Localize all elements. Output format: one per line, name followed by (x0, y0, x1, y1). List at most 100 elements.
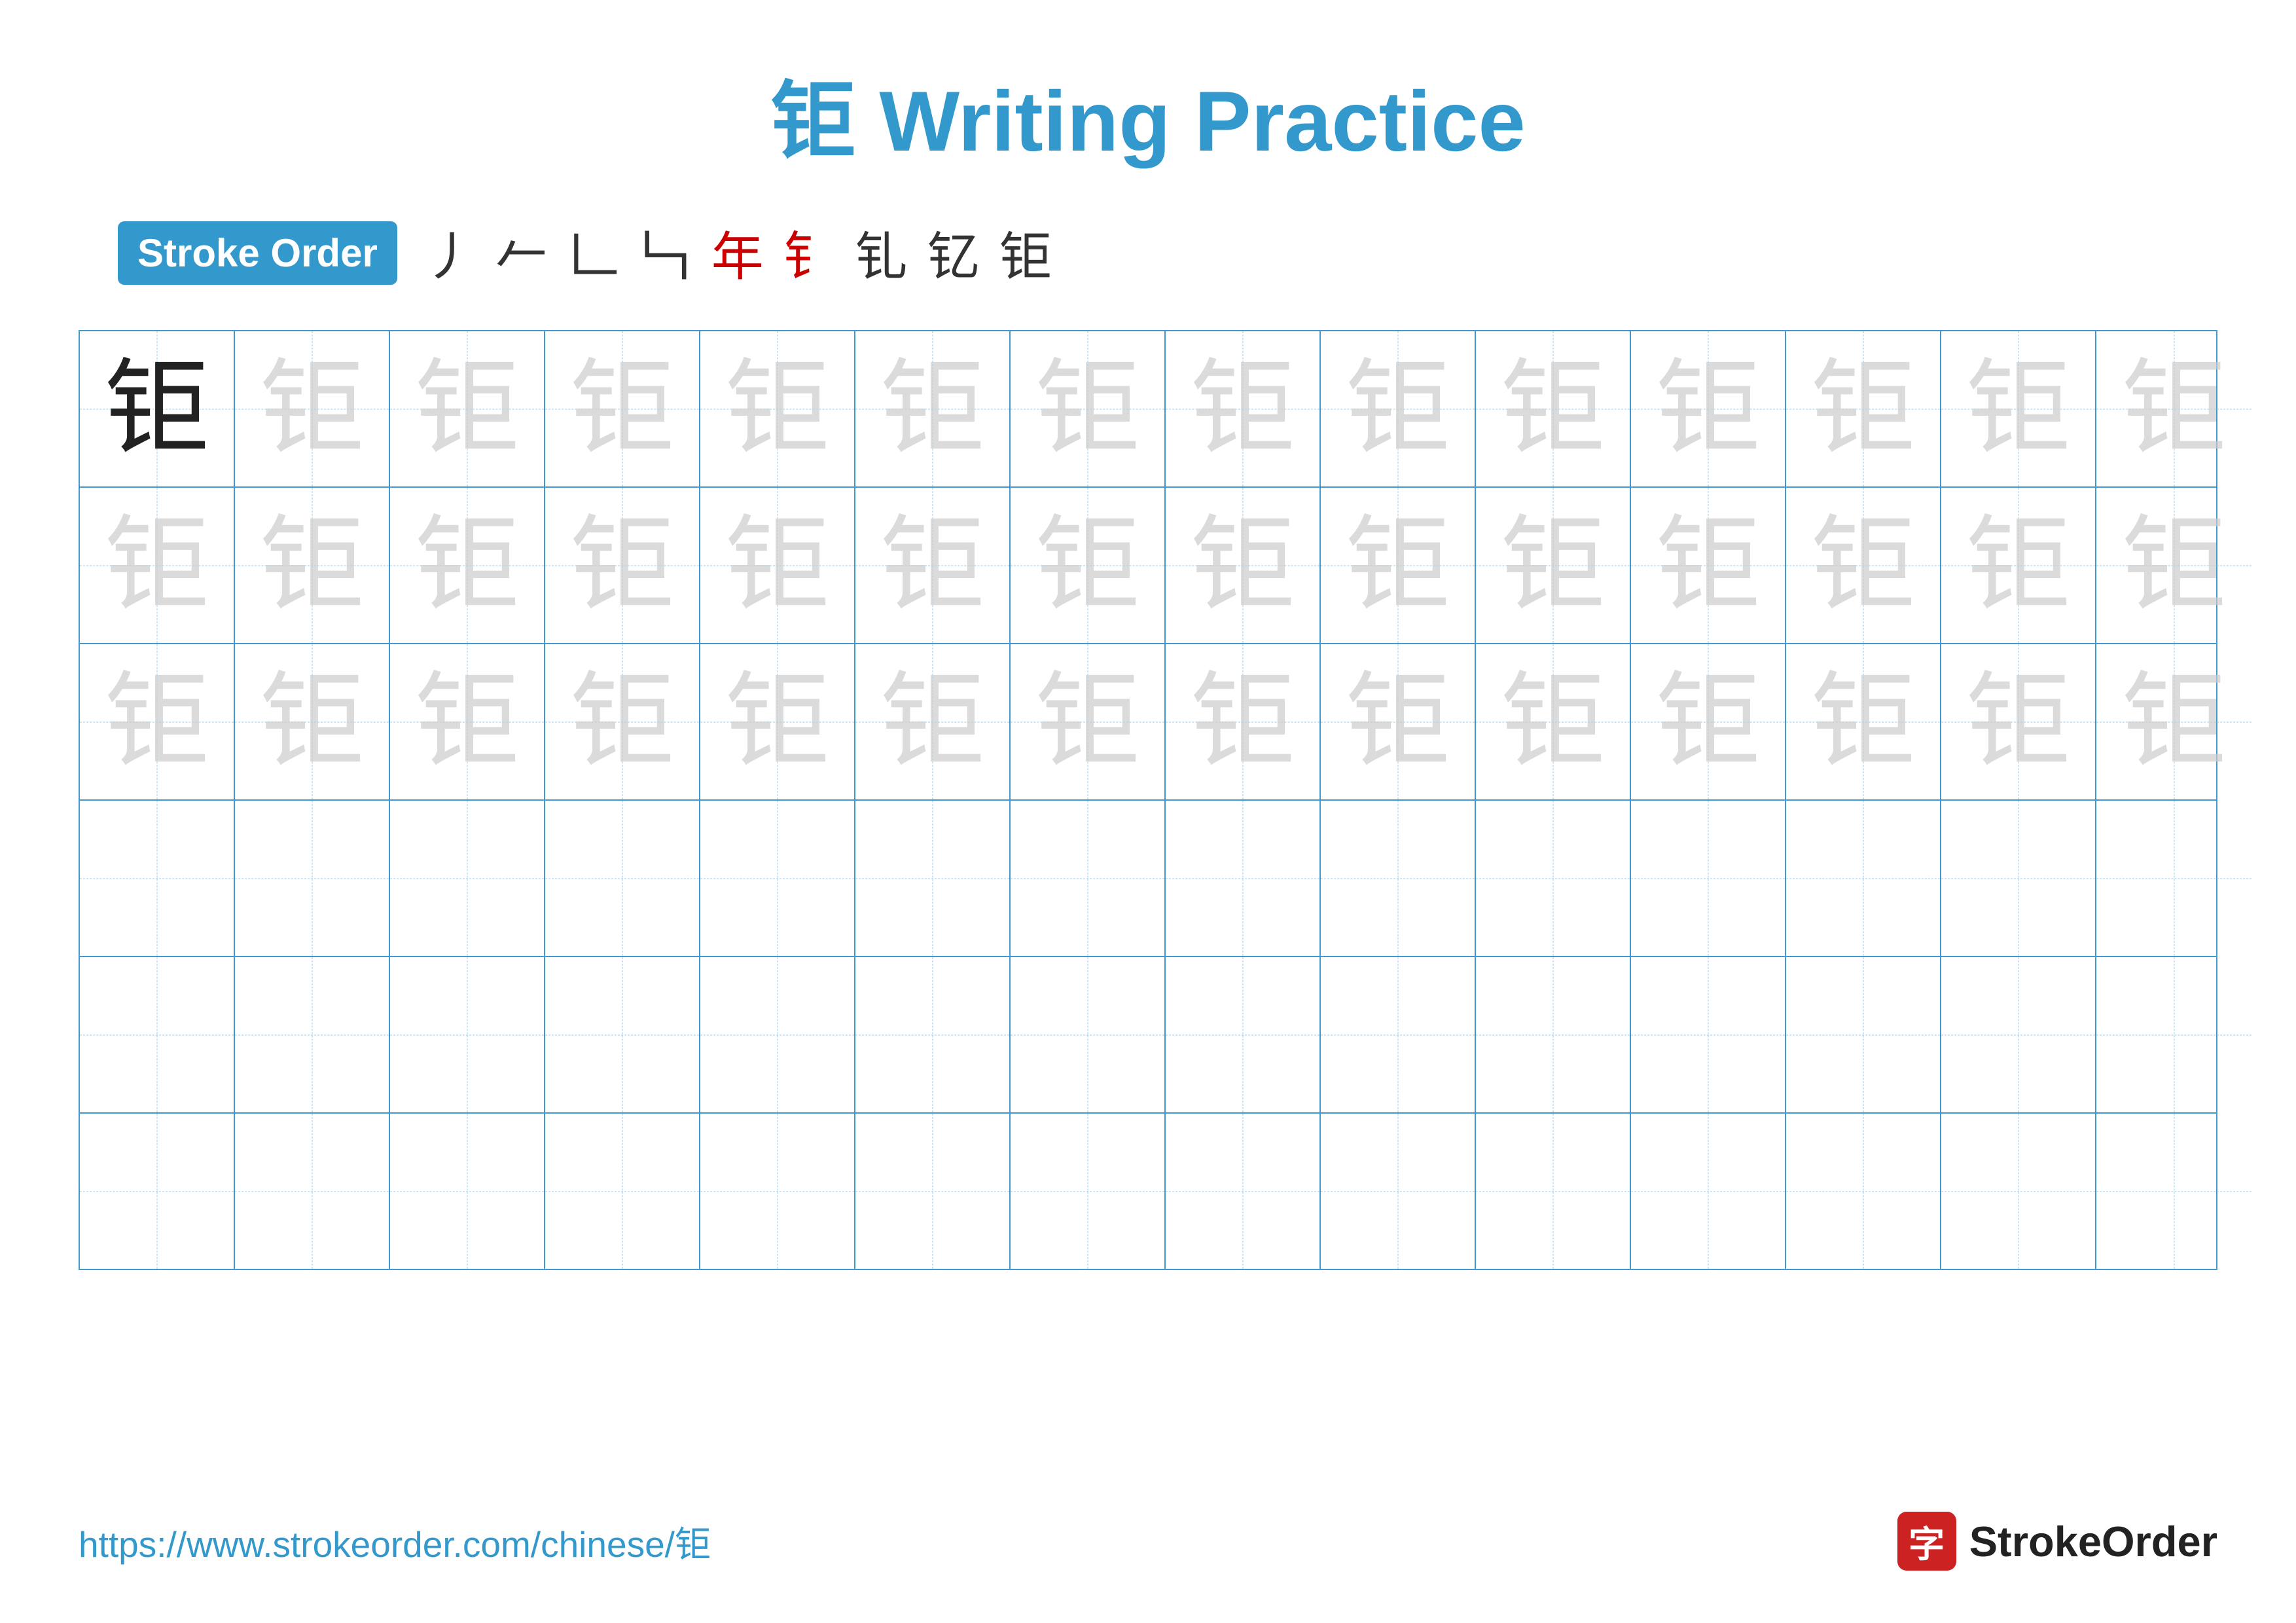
stroke-7: 钆 (855, 215, 908, 291)
grid-cell-3-9[interactable]: 钜 (1321, 644, 1476, 799)
grid-cell-6-1[interactable] (80, 1114, 235, 1269)
grid-cell-4-5[interactable] (700, 801, 855, 956)
grid-cell-2-3[interactable]: 钜 (390, 488, 545, 643)
grid-cell-6-6[interactable] (855, 1114, 1011, 1269)
grid-cell-6-14[interactable] (2096, 1114, 2251, 1269)
grid-cell-6-7[interactable] (1011, 1114, 1166, 1269)
grid-cell-6-12[interactable] (1786, 1114, 1941, 1269)
grid-cell-1-6[interactable]: 钜 (855, 331, 1011, 486)
grid-cell-3-8[interactable]: 钜 (1166, 644, 1321, 799)
grid-cell-3-13[interactable]: 钜 (1941, 644, 2096, 799)
grid-cell-1-9[interactable]: 钜 (1321, 331, 1476, 486)
stroke-9: 钜 (999, 215, 1052, 291)
grid-cell-2-14[interactable]: 钜 (2096, 488, 2251, 643)
practice-grid: 钜 钜 钜 钜 钜 钜 钜 钜 钜 钜 钜 钜 钜 钜 钜 钜 钜 钜 钜 钜 … (79, 330, 2217, 1270)
grid-cell-3-4[interactable]: 钜 (545, 644, 700, 799)
grid-cell-5-13[interactable] (1941, 957, 2096, 1112)
grid-cell-5-1[interactable] (80, 957, 235, 1112)
grid-cell-1-1[interactable]: 钜 (80, 331, 235, 486)
grid-cell-3-2[interactable]: 钜 (235, 644, 390, 799)
grid-cell-1-2[interactable]: 钜 (235, 331, 390, 486)
grid-cell-5-5[interactable] (700, 957, 855, 1112)
grid-cell-6-5[interactable] (700, 1114, 855, 1269)
grid-cell-1-8[interactable]: 钜 (1166, 331, 1321, 486)
grid-cell-6-4[interactable] (545, 1114, 700, 1269)
grid-cell-1-4[interactable]: 钜 (545, 331, 700, 486)
grid-cell-3-6[interactable]: 钜 (855, 644, 1011, 799)
grid-cell-2-12[interactable]: 钜 (1786, 488, 1941, 643)
grid-cell-2-1[interactable]: 钜 (80, 488, 235, 643)
grid-cell-5-4[interactable] (545, 957, 700, 1112)
stroke-8: 钇 (927, 215, 980, 291)
grid-cell-2-4[interactable]: 钜 (545, 488, 700, 643)
grid-cell-3-14[interactable]: 钜 (2096, 644, 2251, 799)
grid-cell-5-12[interactable] (1786, 957, 1941, 1112)
stroke-order-row: Stroke Order 丿 𠂉 𠃊 𠃑 年 钅 钆 钇 钜 (118, 215, 1052, 291)
grid-cell-4-10[interactable] (1476, 801, 1631, 956)
grid-cell-1-3[interactable]: 钜 (390, 331, 545, 486)
grid-cell-1-14[interactable]: 钜 (2096, 331, 2251, 486)
grid-cell-5-3[interactable] (390, 957, 545, 1112)
grid-cell-5-6[interactable] (855, 957, 1011, 1112)
grid-cell-3-12[interactable]: 钜 (1786, 644, 1941, 799)
stroke-3: 𠃊 (567, 215, 620, 291)
grid-cell-2-5[interactable]: 钜 (700, 488, 855, 643)
grid-cell-4-12[interactable] (1786, 801, 1941, 956)
grid-row-3: 钜 钜 钜 钜 钜 钜 钜 钜 钜 钜 钜 钜 钜 钜 (80, 644, 2216, 801)
grid-cell-5-7[interactable] (1011, 957, 1166, 1112)
grid-cell-3-11[interactable]: 钜 (1631, 644, 1786, 799)
grid-cell-4-11[interactable] (1631, 801, 1786, 956)
grid-cell-4-14[interactable] (2096, 801, 2251, 956)
grid-cell-1-12[interactable]: 钜 (1786, 331, 1941, 486)
logo-icon: 字 (1897, 1512, 1956, 1571)
grid-cell-2-13[interactable]: 钜 (1941, 488, 2096, 643)
grid-cell-5-2[interactable] (235, 957, 390, 1112)
grid-cell-4-4[interactable] (545, 801, 700, 956)
grid-cell-3-5[interactable]: 钜 (700, 644, 855, 799)
grid-cell-4-3[interactable] (390, 801, 545, 956)
grid-cell-6-13[interactable] (1941, 1114, 2096, 1269)
grid-cell-2-6[interactable]: 钜 (855, 488, 1011, 643)
grid-cell-2-2[interactable]: 钜 (235, 488, 390, 643)
grid-cell-5-14[interactable] (2096, 957, 2251, 1112)
stroke-chars: 丿 𠂉 𠃊 𠃑 年 钅 钆 钇 钜 (423, 215, 1052, 291)
grid-cell-5-9[interactable] (1321, 957, 1476, 1112)
grid-cell-1-10[interactable]: 钜 (1476, 331, 1631, 486)
stroke-1: 丿 (423, 215, 476, 291)
grid-cell-4-6[interactable] (855, 801, 1011, 956)
grid-cell-5-11[interactable] (1631, 957, 1786, 1112)
grid-cell-4-8[interactable] (1166, 801, 1321, 956)
grid-cell-4-13[interactable] (1941, 801, 2096, 956)
grid-cell-6-3[interactable] (390, 1114, 545, 1269)
grid-cell-1-13[interactable]: 钜 (1941, 331, 2096, 486)
grid-cell-1-11[interactable]: 钜 (1631, 331, 1786, 486)
footer-url[interactable]: https://www.strokeorder.com/chinese/钜 (79, 1515, 711, 1567)
grid-cell-6-11[interactable] (1631, 1114, 1786, 1269)
grid-cell-4-7[interactable] (1011, 801, 1166, 956)
grid-cell-4-9[interactable] (1321, 801, 1476, 956)
grid-cell-5-10[interactable] (1476, 957, 1631, 1112)
grid-cell-5-8[interactable] (1166, 957, 1321, 1112)
stroke-2: 𠂉 (495, 215, 548, 291)
footer-logo: 字 StrokeOrder (1897, 1512, 2217, 1571)
grid-cell-3-10[interactable]: 钜 (1476, 644, 1631, 799)
grid-cell-1-5[interactable]: 钜 (700, 331, 855, 486)
grid-cell-3-7[interactable]: 钜 (1011, 644, 1166, 799)
grid-cell-2-8[interactable]: 钜 (1166, 488, 1321, 643)
grid-cell-2-10[interactable]: 钜 (1476, 488, 1631, 643)
grid-cell-1-7[interactable]: 钜 (1011, 331, 1166, 486)
grid-cell-6-8[interactable] (1166, 1114, 1321, 1269)
stroke-4: 𠃑 (639, 215, 692, 291)
grid-row-5 (80, 957, 2216, 1114)
grid-cell-4-2[interactable] (235, 801, 390, 956)
grid-cell-6-9[interactable] (1321, 1114, 1476, 1269)
grid-cell-2-7[interactable]: 钜 (1011, 488, 1166, 643)
grid-cell-3-1[interactable]: 钜 (80, 644, 235, 799)
grid-cell-4-1[interactable] (80, 801, 235, 956)
grid-cell-2-9[interactable]: 钜 (1321, 488, 1476, 643)
grid-row-2: 钜 钜 钜 钜 钜 钜 钜 钜 钜 钜 钜 钜 钜 钜 (80, 488, 2216, 644)
grid-cell-6-2[interactable] (235, 1114, 390, 1269)
grid-cell-2-11[interactable]: 钜 (1631, 488, 1786, 643)
grid-cell-3-3[interactable]: 钜 (390, 644, 545, 799)
grid-cell-6-10[interactable] (1476, 1114, 1631, 1269)
